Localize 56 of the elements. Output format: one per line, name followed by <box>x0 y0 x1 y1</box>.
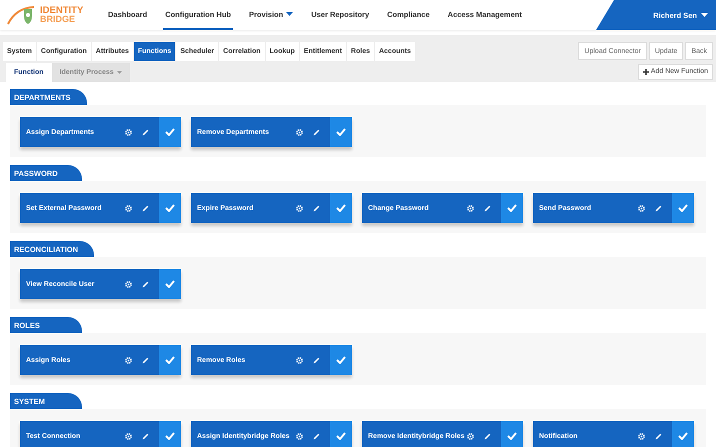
check-icon <box>165 128 175 136</box>
pencil-icon[interactable] <box>655 204 662 212</box>
settings-icon[interactable] <box>467 204 474 212</box>
settings-icon[interactable] <box>467 432 474 440</box>
pencil-icon[interactable] <box>313 356 320 364</box>
check-button[interactable] <box>501 193 523 223</box>
settings-icon[interactable] <box>296 204 303 212</box>
check-icon <box>165 432 175 440</box>
settings-icon[interactable] <box>638 204 645 212</box>
settings-icon[interactable] <box>125 128 132 136</box>
settings-icon[interactable] <box>296 432 303 440</box>
check-icon <box>336 356 346 364</box>
pencil-icon[interactable] <box>313 204 320 212</box>
check-button[interactable] <box>501 421 523 447</box>
check-button[interactable] <box>159 117 181 147</box>
check-icon <box>678 432 688 440</box>
check-button[interactable] <box>330 193 352 223</box>
check-button[interactable] <box>159 193 181 223</box>
check-button[interactable] <box>672 193 694 223</box>
settings-icon[interactable] <box>638 432 645 440</box>
pencil-icon[interactable] <box>142 432 149 440</box>
check-icon <box>165 280 175 288</box>
check-icon <box>678 204 688 212</box>
pencil-icon[interactable] <box>484 432 491 440</box>
pencil-icon[interactable] <box>142 280 149 288</box>
pencil-icon[interactable] <box>313 128 320 136</box>
check-button[interactable] <box>672 421 694 447</box>
pencil-icon[interactable] <box>655 432 662 440</box>
check-button[interactable] <box>159 269 181 299</box>
settings-icon[interactable] <box>125 432 132 440</box>
pencil-icon[interactable] <box>142 204 149 212</box>
pencil-icon[interactable] <box>313 432 320 440</box>
check-icon <box>507 204 517 212</box>
check-icon <box>336 432 346 440</box>
check-icon <box>507 432 517 440</box>
settings-icon[interactable] <box>125 204 132 212</box>
settings-icon[interactable] <box>125 280 132 288</box>
plus-icon <box>642 68 649 74</box>
settings-icon[interactable] <box>296 356 303 364</box>
pencil-icon[interactable] <box>484 204 491 212</box>
pencil-icon[interactable] <box>142 356 149 364</box>
pencil-icon[interactable] <box>142 128 149 136</box>
check-button[interactable] <box>159 421 181 447</box>
settings-icon[interactable] <box>125 356 132 364</box>
check-icon <box>165 356 175 364</box>
check-icon <box>165 204 175 212</box>
logo-text: IDENTITY <box>40 6 84 15</box>
caret-icon <box>701 13 708 17</box>
check-button[interactable] <box>159 345 181 375</box>
settings-icon[interactable] <box>296 128 303 136</box>
check-button[interactable] <box>330 345 352 375</box>
check-button[interactable] <box>330 421 352 447</box>
check-icon <box>336 204 346 212</box>
check-button[interactable] <box>330 117 352 147</box>
logo-text: BRIDGE <box>40 15 76 24</box>
check-icon <box>336 128 346 136</box>
